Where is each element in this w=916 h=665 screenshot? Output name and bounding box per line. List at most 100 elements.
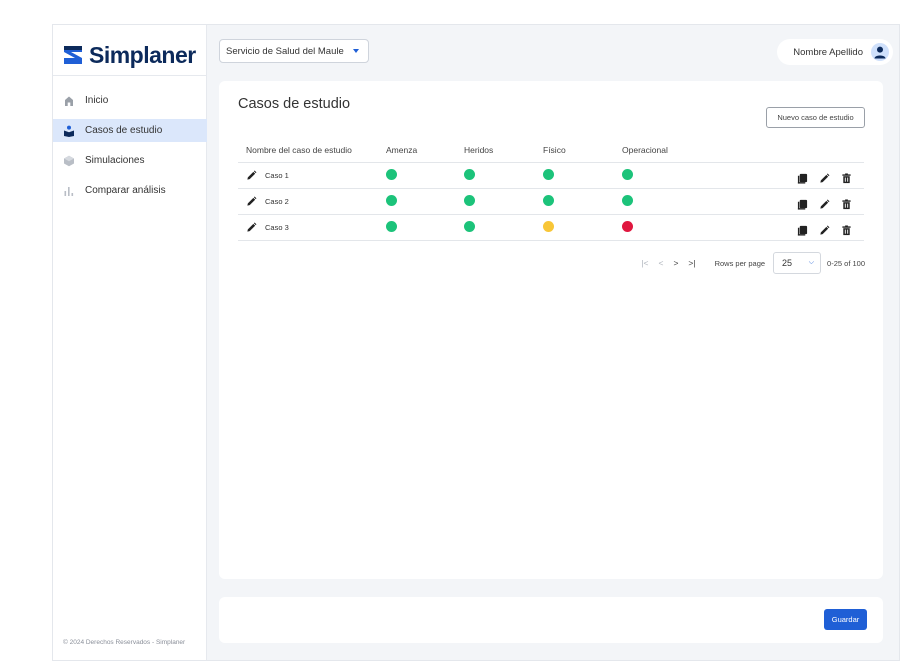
status-dot	[386, 220, 397, 232]
col-header-name[interactable]: Nombre del caso de estudio	[238, 138, 378, 163]
status-dot	[622, 194, 633, 206]
page-title: Casos de estudio	[238, 96, 351, 112]
status-amenza	[378, 162, 456, 189]
first-page-icon[interactable]: |<	[641, 258, 648, 268]
table-row: Caso 1	[238, 162, 864, 189]
bar-chart-icon	[63, 185, 75, 197]
sidebar-item-simulaciones[interactable]: Simulaciones	[53, 149, 207, 172]
status-fisico	[535, 162, 614, 189]
copyright: © 2024 Derechos Reservados - Simplaner	[63, 639, 186, 646]
col-header-amenza[interactable]: Amenza	[378, 138, 456, 163]
actions-cell	[714, 214, 864, 241]
status-fisico	[535, 214, 614, 241]
prev-page-icon[interactable]: <	[658, 258, 663, 268]
status-dot	[386, 168, 397, 180]
status-operacional	[614, 214, 714, 241]
copy-icon[interactable]	[797, 225, 808, 236]
app-frame: Simplaner Inicio Casos de estudio Simula…	[52, 24, 900, 661]
status-dot	[543, 168, 554, 180]
edit-icon[interactable]	[819, 199, 830, 210]
chevron-down-icon: ⌵	[808, 259, 815, 266]
cube-icon	[63, 155, 75, 167]
status-heridos	[456, 162, 535, 189]
status-dot	[543, 194, 554, 206]
status-operacional	[614, 188, 714, 215]
copy-icon[interactable]	[797, 199, 808, 210]
sidebar-item-casos[interactable]: Casos de estudio	[53, 119, 207, 142]
status-operacional	[614, 162, 714, 189]
table-row: Caso 3	[238, 214, 864, 241]
actions-cell	[714, 188, 864, 215]
trash-icon[interactable]	[841, 224, 852, 236]
table-header-row: Nombre del caso de estudio Amenza Herido…	[238, 138, 864, 163]
sidebar-item-label: Inicio	[85, 95, 109, 106]
page-range: 0-25 of 100	[827, 258, 865, 268]
user-name: Nombre Apellido	[793, 46, 863, 58]
cases-card: Casos de estudio Nuevo caso de estudio N…	[219, 81, 883, 579]
case-name[interactable]: Caso 1	[265, 171, 289, 180]
pencil-icon[interactable]	[246, 196, 257, 207]
topbar: Servicio de Salud del Maule Nombre Apell…	[219, 39, 893, 65]
col-header-fisico[interactable]: Físico	[535, 138, 614, 163]
rows-per-page-select[interactable]: 25 ⌵	[773, 252, 822, 274]
col-header-heridos[interactable]: Heridos	[456, 138, 535, 163]
trash-icon[interactable]	[841, 172, 852, 184]
home-icon	[63, 95, 75, 107]
col-header-operacional[interactable]: Operacional	[614, 138, 714, 163]
case-name-cell: Caso 2	[238, 188, 378, 215]
sidebar-item-label: Comparar análisis	[85, 185, 166, 196]
pencil-icon[interactable]	[246, 222, 257, 233]
user-menu[interactable]: Nombre Apellido	[777, 39, 893, 65]
case-name-cell: Caso 3	[238, 214, 378, 241]
logo-divider	[53, 75, 207, 76]
status-dot	[464, 168, 475, 180]
next-page-icon[interactable]: >	[673, 258, 678, 268]
sidebar-item-label: Simulaciones	[85, 155, 145, 166]
status-amenza	[378, 214, 456, 241]
edit-icon[interactable]	[819, 225, 830, 236]
rows-per-page-label: Rows per page	[714, 258, 766, 268]
logo: Simplaner	[61, 37, 199, 73]
new-case-button[interactable]: Nuevo caso de estudio	[766, 107, 865, 128]
organization-select[interactable]: Servicio de Salud del Maule	[219, 39, 369, 63]
brand-name: Simplaner	[89, 41, 196, 68]
cases-icon	[63, 125, 75, 137]
organization-select-value: Servicio de Salud del Maule	[226, 45, 344, 57]
rows-per-page-value: 25	[782, 258, 793, 268]
table-row: Caso 2	[238, 188, 864, 215]
edit-icon[interactable]	[819, 173, 830, 184]
last-page-icon[interactable]: >|	[688, 258, 695, 268]
status-heridos	[456, 214, 535, 241]
status-dot	[622, 168, 633, 180]
avatar	[871, 43, 889, 61]
sidebar: Simplaner Inicio Casos de estudio Simula…	[53, 25, 207, 660]
pagination: |< < > >| Rows per page 25 ⌵ 0-25 of 100	[636, 251, 865, 275]
col-header-actions	[714, 138, 864, 163]
table-body: Caso 1 Caso 2 Caso 3	[238, 162, 864, 241]
status-dot	[464, 194, 475, 206]
logo-icon	[64, 46, 82, 64]
case-name-cell: Caso 1	[238, 162, 378, 189]
caret-down-icon	[353, 49, 359, 53]
copy-icon[interactable]	[797, 173, 808, 184]
sidebar-item-comparar[interactable]: Comparar análisis	[53, 179, 207, 202]
save-button[interactable]: Guardar	[824, 609, 867, 630]
user-icon	[874, 46, 886, 59]
sidebar-nav: Inicio Casos de estudio Simulaciones Com…	[53, 89, 207, 209]
status-dot	[622, 220, 633, 232]
status-dot	[543, 220, 554, 232]
case-name[interactable]: Caso 3	[265, 223, 289, 232]
status-amenza	[378, 188, 456, 215]
cases-table: Nombre del caso de estudio Amenza Herido…	[238, 138, 864, 241]
status-heridos	[456, 188, 535, 215]
status-dot	[386, 194, 397, 206]
status-dot	[464, 220, 475, 232]
action-bar: Guardar	[219, 597, 883, 643]
pencil-icon[interactable]	[246, 170, 257, 181]
case-name[interactable]: Caso 2	[265, 197, 289, 206]
sidebar-item-label: Casos de estudio	[85, 125, 163, 136]
trash-icon[interactable]	[841, 198, 852, 210]
actions-cell	[714, 162, 864, 189]
status-fisico	[535, 188, 614, 215]
sidebar-item-inicio[interactable]: Inicio	[53, 89, 207, 112]
